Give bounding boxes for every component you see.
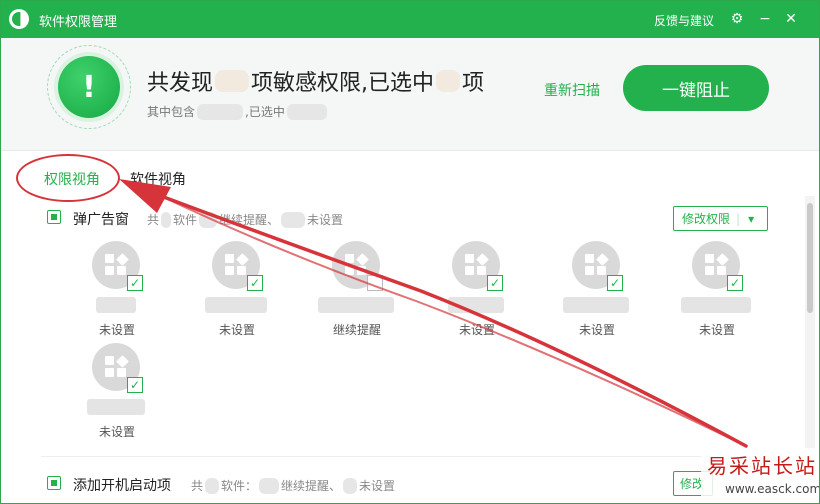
- meta-mid: 继续提醒、: [219, 213, 280, 227]
- annotation-circle: [16, 154, 120, 202]
- app-status-label: 未设置: [578, 323, 615, 337]
- alert-shield-icon: !: [58, 56, 120, 118]
- redacted-text: [281, 211, 306, 228]
- app-status-label: 继续提醒: [332, 323, 381, 337]
- subline-mid: ,已选中: [245, 105, 285, 119]
- app-grid-icon: [105, 253, 129, 276]
- app-item: ✓ 未设置: [681, 241, 782, 341]
- app-select-checkbox[interactable]: ✓: [127, 377, 143, 393]
- app-window: 软件权限管理 反馈与建议 ⚙ − ✕ ! 共发现 项敏感权限,已选中 项 其中包…: [0, 0, 820, 504]
- redacted-app-name: [87, 399, 145, 415]
- app-status-label: 未设置: [98, 425, 135, 439]
- meta-mid: 继续提醒、: [281, 479, 342, 493]
- scan-headline: 共发现 项敏感权限,已选中 项: [147, 65, 484, 97]
- section-startup-title: 添加开机启动项: [73, 478, 171, 494]
- headline-mid: 项敏感权限,已选中: [251, 71, 435, 96]
- app-grid-icon: [225, 253, 249, 276]
- redacted-app-name: [205, 297, 267, 313]
- gear-icon[interactable]: ⚙: [727, 9, 747, 29]
- app-logo-icon: [9, 9, 29, 29]
- app-select-checkbox[interactable]: ✓: [487, 275, 503, 291]
- redacted-app-name: [563, 297, 629, 313]
- app-item: ✓ 未设置: [205, 241, 302, 341]
- redacted-text: [197, 103, 244, 120]
- subline-prefix: 其中包含: [147, 105, 196, 119]
- redacted-count: [436, 70, 461, 92]
- rescan-link[interactable]: 重新扫描: [544, 80, 600, 100]
- app-status-label: 未设置: [218, 323, 255, 337]
- section-popup-checkbox[interactable]: [47, 210, 61, 224]
- redacted-text: [343, 477, 358, 494]
- watermark-url: www.easck.com: [725, 482, 820, 496]
- meta-mid: 软件: [173, 213, 198, 227]
- app-status-label: 未设置: [698, 323, 735, 337]
- separator: |: [736, 211, 741, 226]
- meta-suffix: 未设置: [359, 479, 396, 493]
- app-status-label: 未设置: [458, 323, 495, 337]
- app-item: ✓ 未设置: [92, 241, 182, 341]
- section-popup-meta: 共 软件 继续提醒、 未设置: [147, 211, 343, 228]
- redacted-app-name: [96, 297, 136, 313]
- section-popup-title: 弹广告窗: [73, 212, 129, 228]
- redacted-text: [199, 211, 218, 228]
- app-item: ✓ 继续提醒: [318, 241, 422, 341]
- app-item: ✓ 未设置: [563, 241, 662, 341]
- meta-suffix: 未设置: [307, 213, 344, 227]
- app-grid-icon: [465, 253, 489, 276]
- redacted-text: [259, 477, 280, 494]
- chevron-down-icon[interactable]: ▾: [748, 212, 754, 226]
- meta-prefix: 共: [147, 213, 160, 227]
- app-grid-icon: [705, 253, 729, 276]
- title-bar: 软件权限管理 反馈与建议 ⚙ − ✕: [1, 1, 819, 38]
- meta-prefix: 共: [191, 479, 204, 493]
- app-select-checkbox[interactable]: ✓: [247, 275, 263, 291]
- exclamation-icon: !: [82, 69, 96, 105]
- app-select-checkbox[interactable]: ✓: [127, 275, 143, 291]
- block-all-button[interactable]: 一键阻止: [623, 65, 769, 111]
- watermark-logo-text: 易采站长站: [707, 454, 817, 478]
- app-status-label: 未设置: [98, 323, 135, 337]
- app-grid-icon: [345, 253, 369, 276]
- app-item: ✓ 未设置: [87, 343, 182, 443]
- redacted-text: [205, 477, 220, 494]
- section-startup-checkbox[interactable]: [47, 476, 61, 490]
- close-icon[interactable]: ✕: [781, 9, 801, 29]
- app-select-checkbox[interactable]: ✓: [367, 275, 383, 291]
- tab-software-view[interactable]: 软件视角: [130, 169, 186, 189]
- app-grid-icon: [105, 355, 129, 378]
- feedback-link[interactable]: 反馈与建议: [654, 12, 714, 29]
- app-item: ✓ 未设置: [448, 241, 542, 341]
- redacted-text: [286, 103, 327, 120]
- scrollbar-thumb[interactable]: [807, 203, 813, 313]
- scan-subline: 其中包含 ,已选中: [147, 103, 329, 120]
- redacted-count: [215, 70, 250, 92]
- app-select-checkbox[interactable]: ✓: [607, 275, 623, 291]
- modify-label: 修改权限: [682, 212, 731, 226]
- section-divider: [41, 456, 801, 457]
- redacted-app-name: [448, 297, 504, 313]
- redacted-app-name: [681, 297, 751, 313]
- headline-prefix: 共发现: [147, 71, 214, 96]
- section-startup-meta: 共 软件： 继续提醒、 未设置: [191, 477, 395, 494]
- modify-permission-button[interactable]: 修改权限 | ▾: [673, 206, 768, 231]
- minimize-icon[interactable]: −: [755, 9, 775, 29]
- meta-mid: 软件：: [221, 479, 258, 493]
- app-grid-icon: [585, 253, 609, 276]
- watermark: 易采站长站 www.easck.com: [701, 448, 820, 503]
- app-select-checkbox[interactable]: ✓: [727, 275, 743, 291]
- redacted-app-name: [318, 297, 394, 313]
- redacted-text: [161, 211, 172, 228]
- headline-suffix: 项: [462, 71, 485, 96]
- window-title: 软件权限管理: [39, 15, 118, 30]
